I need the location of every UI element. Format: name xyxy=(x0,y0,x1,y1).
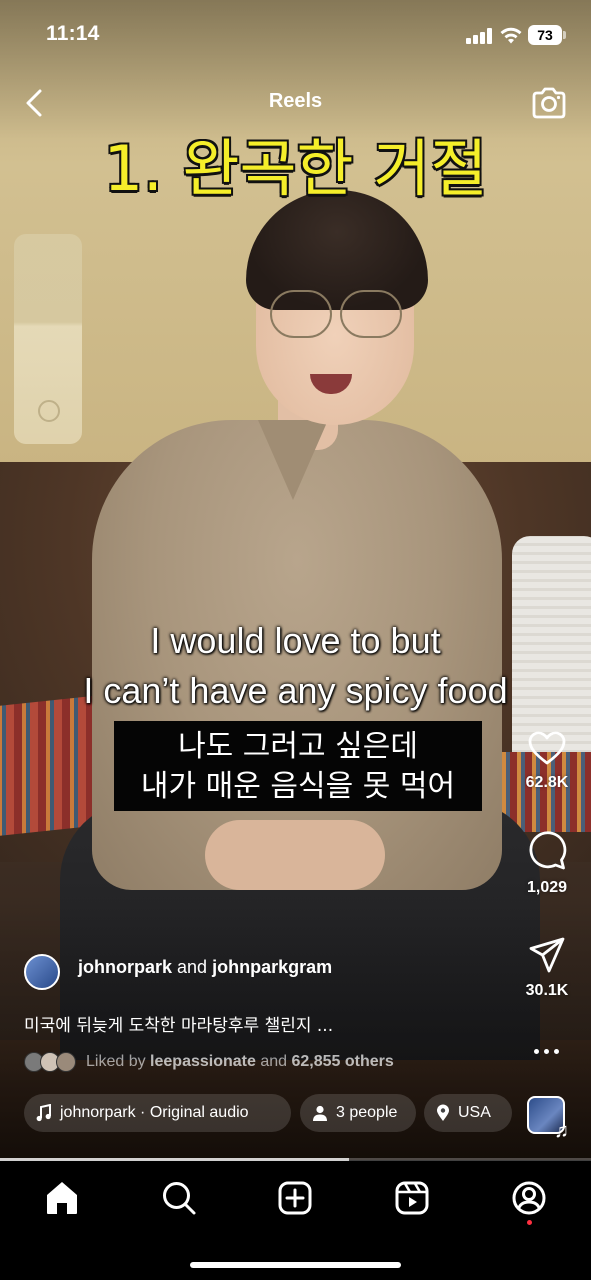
profile-icon[interactable] xyxy=(507,1176,551,1220)
english-subtitle: I would love to but I can’t have any spi… xyxy=(0,616,591,716)
status-bar: 11:14 73 xyxy=(0,0,591,70)
music-note-icon: ♫ xyxy=(554,1120,569,1142)
creator-avatar[interactable] xyxy=(24,948,90,990)
comment-count: 1,029 xyxy=(526,879,568,896)
home-indicator xyxy=(190,1262,401,1268)
camera-icon[interactable] xyxy=(530,86,568,120)
cellular-signal-icon xyxy=(466,28,492,44)
location-pin-icon xyxy=(437,1104,449,1121)
people-label: 3 people xyxy=(336,1104,398,1121)
battery-indicator: 73 xyxy=(528,25,562,45)
like-count: 62.8K xyxy=(525,774,569,791)
share-count: 30.1K xyxy=(525,982,569,999)
status-time: 11:14 xyxy=(46,22,100,45)
creator-username[interactable]: johnorpark xyxy=(78,957,172,977)
korean-subtitle-line-2: 내가 매운 음식을 못 먹어 xyxy=(140,769,456,804)
liked-by-prefix: Liked by xyxy=(86,1053,146,1070)
reel-description[interactable]: 미국에 뒤늦게 도착한 마라탕후루 챌린지 ... xyxy=(24,1011,333,1036)
share-button[interactable]: 30.1K xyxy=(516,936,578,1000)
collaborator-username[interactable]: johnparkgram xyxy=(212,957,332,977)
person-hands xyxy=(205,820,385,890)
liked-by-text[interactable]: Liked by leepassionate and 62,855 others xyxy=(86,1053,394,1071)
heart-icon xyxy=(528,731,566,765)
location-label: USA xyxy=(458,1104,491,1121)
person-icon xyxy=(313,1105,327,1121)
glasses-left-lens xyxy=(270,290,332,338)
location-chip[interactable]: USA xyxy=(424,1094,512,1132)
video-headline-text: 1. 완곡한 거절 xyxy=(103,132,488,205)
home-icon[interactable] xyxy=(40,1176,84,1220)
audio-label: johnorpark · Original audio xyxy=(60,1104,249,1121)
korean-subtitle: 나도 그러고 싶은데 내가 매운 음식을 못 먹어 xyxy=(114,721,482,811)
comment-button[interactable]: 1,029 xyxy=(516,831,578,897)
wifi-icon xyxy=(500,27,522,44)
korean-subtitle-line-1: 나도 그러고 싶은데 xyxy=(178,729,418,764)
liked-by-avatars xyxy=(24,1052,80,1074)
notification-dot xyxy=(527,1220,532,1225)
original-audio-chip[interactable]: johnorpark · Original audio xyxy=(24,1094,291,1132)
battery-tip xyxy=(563,31,566,39)
liked-by-connector: and xyxy=(260,1053,288,1070)
creator-connector: and xyxy=(177,957,208,977)
creator-names: johnorpark and johnparkgram xyxy=(78,957,332,978)
music-note-icon xyxy=(36,1103,51,1121)
wall-switch-panel xyxy=(14,234,82,444)
paper-plane-icon xyxy=(529,937,565,973)
english-subtitle-line-1: I would love to but xyxy=(150,620,441,661)
glasses-right-lens xyxy=(340,290,402,338)
comment-bubble-icon xyxy=(529,831,567,870)
search-icon[interactable] xyxy=(157,1176,201,1220)
page-title: Reels xyxy=(268,90,323,112)
create-plus-icon[interactable] xyxy=(273,1176,317,1220)
liked-by-user: leepassionate xyxy=(150,1053,256,1070)
more-horizontal-icon[interactable] xyxy=(532,1044,562,1058)
liked-by-others: 62,855 others xyxy=(291,1053,394,1070)
english-subtitle-line-2: I can’t have any spicy food xyxy=(83,670,508,711)
tagged-people-chip[interactable]: 3 people xyxy=(300,1094,416,1132)
like-button[interactable]: 62.8K xyxy=(516,730,578,792)
reels-icon[interactable] xyxy=(390,1176,434,1220)
